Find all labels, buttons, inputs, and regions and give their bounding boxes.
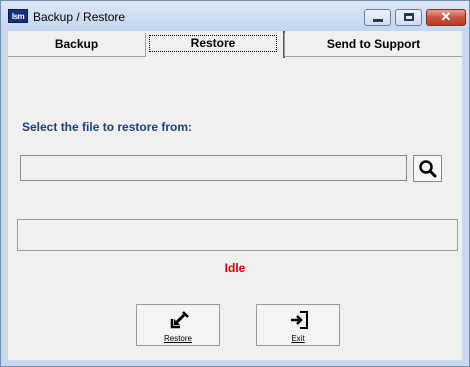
window-client-area: Backup Restore Send to Support Select th… [8,31,462,360]
maximize-button[interactable] [395,9,422,26]
tab-bar: Backup Restore Send to Support [8,31,462,58]
restore-arrow-icon [170,311,189,329]
title-bar[interactable]: Ism Backup / Restore ✕ [1,1,469,31]
restore-button-label: Restore [163,334,192,343]
exit-button[interactable]: Exit [256,304,340,346]
window-title: Backup / Restore [33,10,126,24]
status-text: Idle [224,261,246,275]
close-button[interactable]: ✕ [426,9,466,26]
app-icon: Ism [8,9,28,23]
tab-send-to-support[interactable]: Send to Support [284,33,462,57]
close-icon: ✕ [440,9,452,24]
select-file-label: Select the file to restore from: [22,120,193,134]
tab-restore-label: Restore [149,35,277,52]
backup-restore-window: Ism Backup / Restore ✕ Backup Restore Se… [0,0,470,367]
tab-backup[interactable]: Backup [8,33,146,57]
search-icon [419,160,437,178]
maximize-icon [404,13,414,21]
exit-icon [291,311,308,329]
exit-button-label: Exit [291,334,305,343]
browse-button[interactable] [413,155,442,182]
minimize-button[interactable] [364,9,391,26]
tab-restore[interactable]: Restore [147,31,283,58]
progress-box [17,219,458,251]
restore-button[interactable]: Restore [136,304,220,346]
restore-file-input[interactable] [20,155,407,181]
minimize-icon [373,19,383,22]
